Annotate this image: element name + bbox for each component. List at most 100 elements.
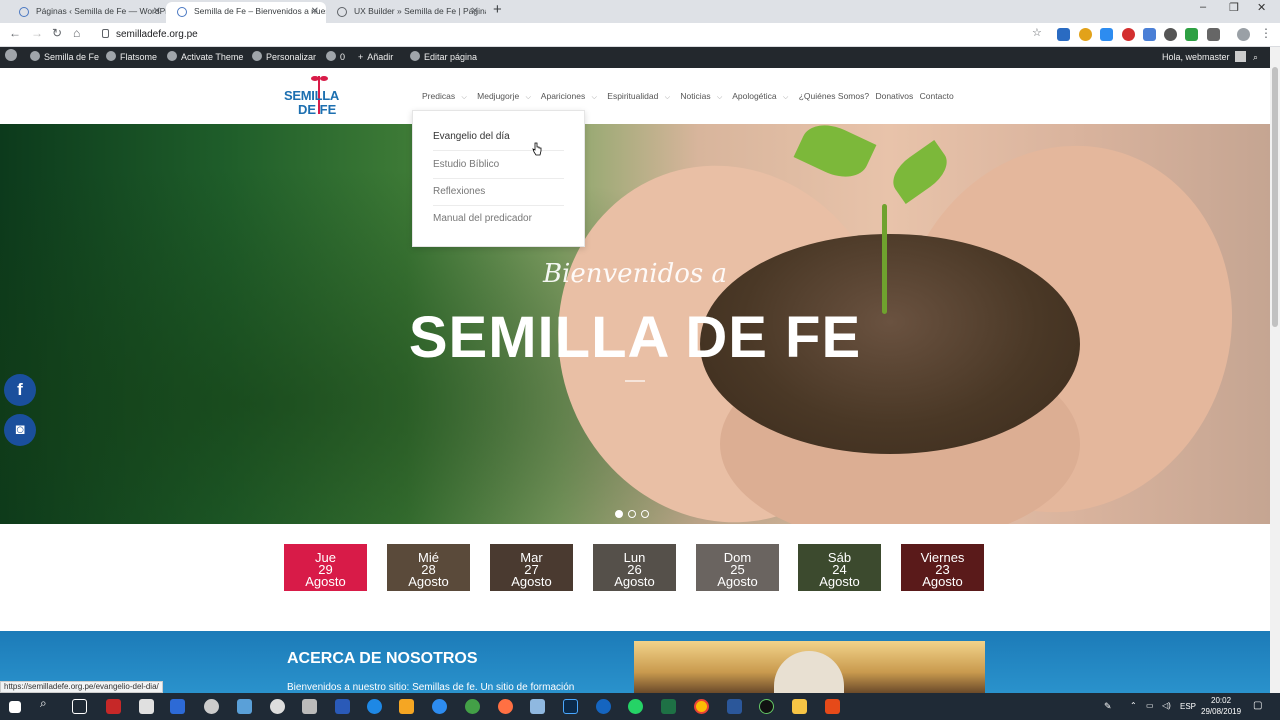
- menu-item-medjugorje[interactable]: Medjugorje ⌵: [477, 91, 535, 101]
- bookmark-star-icon[interactable]: ☆: [1032, 26, 1042, 39]
- app-icon[interactable]: [204, 699, 219, 714]
- zoom-icon[interactable]: [432, 699, 447, 714]
- wp-customize[interactable]: Personalizar: [252, 47, 316, 68]
- page-scrollbar[interactable]: [1270, 47, 1280, 693]
- wp-activate-theme[interactable]: Activate Theme: [167, 47, 243, 68]
- extension-icon[interactable]: [1057, 28, 1070, 41]
- minimize-button[interactable]: –: [1200, 1, 1206, 13]
- date-box[interactable]: Viernes 23 Agosto: [901, 544, 984, 591]
- app-icon[interactable]: [139, 699, 154, 714]
- menu-item-quienes-somos[interactable]: ¿Quiénes Somos?: [799, 91, 869, 101]
- translate-icon[interactable]: [1143, 28, 1156, 41]
- home-icon[interactable]: ⌂: [73, 26, 80, 40]
- dropdown-item-estudio[interactable]: Estudio Bíblico: [433, 159, 564, 179]
- app-icon[interactable]: [465, 699, 480, 714]
- extension-icon[interactable]: [1122, 28, 1135, 41]
- volume-icon[interactable]: ◁): [1162, 701, 1171, 710]
- wp-account[interactable]: Hola, webmaster: [1162, 47, 1246, 68]
- predicas-dropdown: Evangelio del día Estudio Bíblico Reflex…: [412, 110, 585, 247]
- menu-item-apariciones[interactable]: Apariciones ⌵: [541, 91, 601, 101]
- app-icon[interactable]: [270, 699, 285, 714]
- wp-edit-page[interactable]: Editar página: [410, 47, 477, 68]
- maximize-button[interactable]: ❐: [1229, 1, 1239, 14]
- pen-icon[interactable]: ✎: [1104, 701, 1112, 712]
- dropdown-item-reflexiones[interactable]: Reflexiones: [433, 186, 564, 206]
- wp-add-new[interactable]: + Añadir: [358, 47, 393, 68]
- site-logo[interactable]: SEMILLA DE FE: [284, 74, 350, 122]
- menu-item-apologetica[interactable]: Apologética ⌵: [732, 91, 792, 101]
- cast-icon[interactable]: [1207, 28, 1220, 41]
- wordpress-logo-icon[interactable]: [5, 47, 21, 68]
- wp-comments[interactable]: 0: [326, 47, 345, 68]
- calculator-icon[interactable]: [302, 699, 317, 714]
- filezilla-icon[interactable]: [106, 699, 121, 714]
- close-window-button[interactable]: ✕: [1257, 1, 1266, 14]
- excel-icon[interactable]: [661, 699, 676, 714]
- menu-item-donativos[interactable]: Donativos: [875, 91, 913, 101]
- language-indicator[interactable]: ESP: [1180, 702, 1196, 711]
- date-box[interactable]: Sáb 24 Agosto: [798, 544, 881, 591]
- clock-time[interactable]: 20:02: [1211, 696, 1231, 705]
- date-box[interactable]: Mié 28 Agosto: [387, 544, 470, 591]
- forward-arrow-icon[interactable]: →: [31, 26, 43, 40]
- date-box[interactable]: Mar 27 Agosto: [490, 544, 573, 591]
- clock-date[interactable]: 29/08/2019: [1201, 707, 1241, 716]
- back-arrow-icon[interactable]: ←: [9, 26, 21, 40]
- close-tab-icon[interactable]: ✕: [153, 2, 161, 21]
- profile-avatar-icon[interactable]: [1237, 28, 1250, 41]
- menu-item-contacto[interactable]: Contacto: [920, 91, 954, 101]
- file-explorer-icon[interactable]: [792, 699, 807, 714]
- app-icon[interactable]: [825, 699, 840, 714]
- wp-site-link[interactable]: Semilla de Fe: [30, 47, 99, 68]
- extension-icon[interactable]: [1079, 28, 1092, 41]
- new-tab-button[interactable]: +: [493, 1, 502, 18]
- extension-icon[interactable]: [1100, 28, 1113, 41]
- photoshop-icon[interactable]: [563, 699, 578, 714]
- slider-dot[interactable]: [628, 510, 636, 518]
- date-box[interactable]: Jue 29 Agosto: [284, 544, 367, 591]
- slider-dot[interactable]: [641, 510, 649, 518]
- firefox-dev-icon[interactable]: [596, 699, 611, 714]
- word-icon[interactable]: [727, 699, 742, 714]
- search-icon[interactable]: ⌕: [40, 696, 55, 711]
- app-icon[interactable]: [759, 699, 774, 714]
- firefox-icon[interactable]: [498, 699, 513, 714]
- sublime-icon[interactable]: [399, 699, 414, 714]
- instagram-icon[interactable]: ◙: [4, 414, 36, 446]
- chrome-icon[interactable]: [694, 699, 709, 714]
- network-icon[interactable]: ▭: [1146, 701, 1154, 710]
- chevron-down-icon: ⌵: [525, 94, 531, 101]
- menu-item-espiritualidad[interactable]: Espiritualidad ⌵: [607, 91, 674, 101]
- date-box[interactable]: Dom 25 Agosto: [696, 544, 779, 591]
- address-bar[interactable]: semilladefe.org.pe: [92, 25, 1047, 45]
- check-app-icon[interactable]: [170, 699, 185, 714]
- tab-paginas[interactable]: Páginas ‹ Semilla de Fe — WordPress ✕: [8, 2, 168, 23]
- task-view-icon[interactable]: [72, 699, 87, 714]
- notifications-icon[interactable]: ▢: [1253, 700, 1262, 711]
- menu-kebab-icon[interactable]: ⋮: [1260, 26, 1272, 40]
- menu-item-noticias[interactable]: Noticias ⌵: [680, 91, 726, 101]
- reload-icon[interactable]: ↻: [52, 26, 62, 40]
- wordpress-icon[interactable]: [1164, 28, 1177, 41]
- app-icon[interactable]: [237, 699, 252, 714]
- close-tab-icon[interactable]: ✕: [311, 2, 319, 21]
- date-box[interactable]: Lun 26 Agosto: [593, 544, 676, 591]
- check-icon[interactable]: [1185, 28, 1198, 41]
- facebook-icon[interactable]: f: [4, 374, 36, 406]
- menu-item-predicas[interactable]: Predicas ⌵: [422, 91, 471, 101]
- scrollbar-thumb[interactable]: [1272, 67, 1278, 327]
- close-tab-icon[interactable]: ✕: [471, 2, 479, 21]
- windows-start-icon[interactable]: [9, 701, 21, 713]
- dropdown-item-manual[interactable]: Manual del predicador: [433, 213, 564, 232]
- wp-theme-link[interactable]: Flatsome: [106, 47, 157, 68]
- edge-icon[interactable]: [367, 699, 382, 714]
- app-icon[interactable]: [335, 699, 350, 714]
- whatsapp-icon[interactable]: [628, 699, 643, 714]
- tab-semilla-de-fe[interactable]: Semilla de Fe – Bienvenidos a nuestro si…: [166, 2, 326, 23]
- tab-ux-builder[interactable]: UX Builder » Semilla de Fe | Página ✕: [326, 2, 486, 23]
- slider-dot[interactable]: [615, 510, 623, 518]
- dropdown-item-evangelio[interactable]: Evangelio del día: [433, 131, 564, 151]
- search-icon[interactable]: ⌕: [1253, 47, 1258, 68]
- app-icon[interactable]: [530, 699, 545, 714]
- chevron-up-icon[interactable]: ⌃: [1130, 701, 1137, 710]
